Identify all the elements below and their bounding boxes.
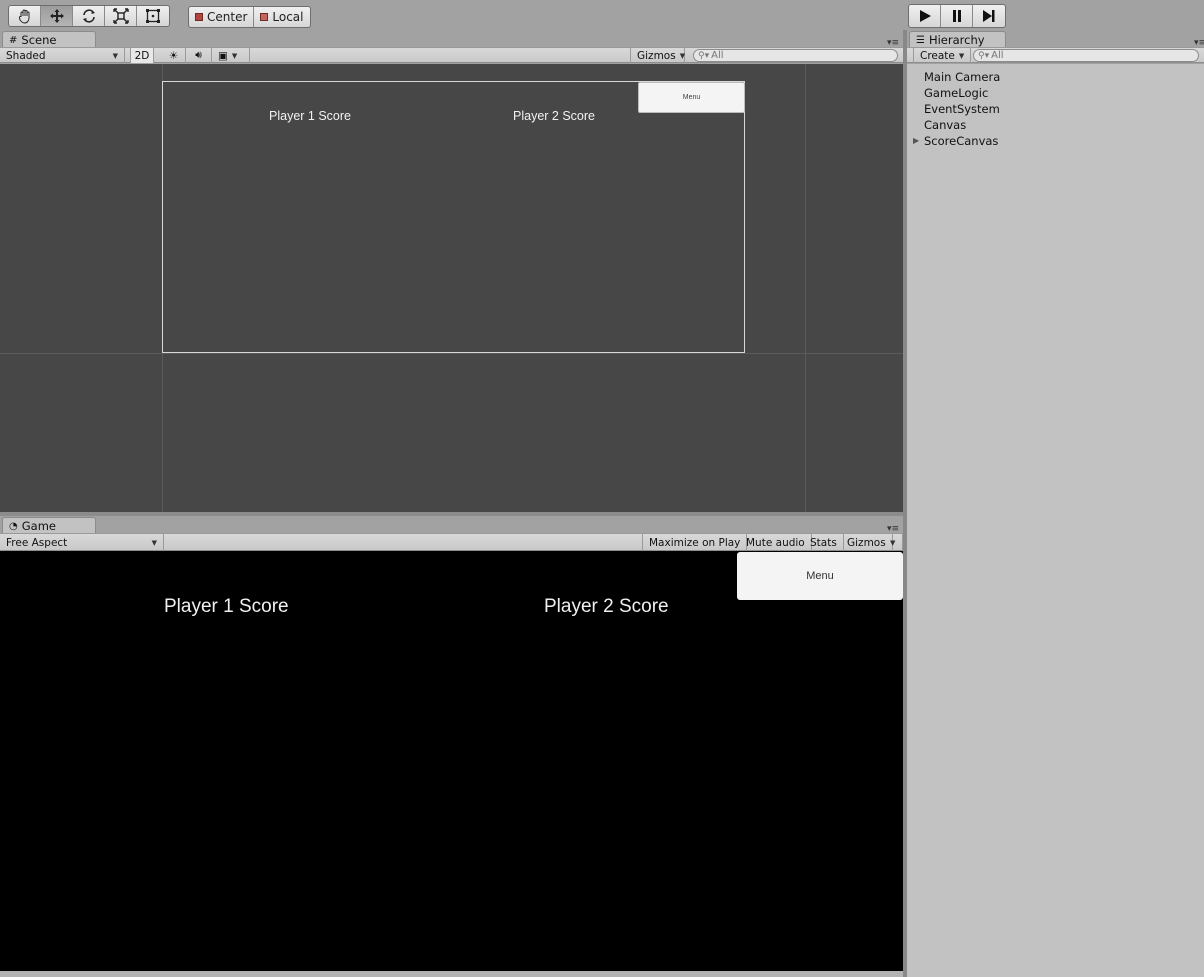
game-gizmos-dropdown[interactable]: ▼: [886, 534, 903, 551]
mute-audio-toggle[interactable]: Mute audio: [740, 534, 812, 551]
pivot-rotation-button[interactable]: Local: [254, 7, 309, 27]
move-tool-button[interactable]: [41, 6, 73, 26]
hierarchy-tab-label: Hierarchy: [928, 33, 985, 47]
scene-gizmos-label: Gizmos: [637, 49, 676, 62]
scene-player1-score[interactable]: Player 1 Score: [269, 109, 351, 123]
mute-audio-label: Mute audio: [746, 536, 805, 549]
aspect-label: Free Aspect: [6, 536, 68, 549]
unity-editor: Center Local # Scene ▾≡ Shaded ▼ 2D ☀ 🔊︎…: [0, 0, 1204, 977]
playmode-controls: [908, 4, 1006, 28]
scene-tab-label: Scene: [21, 33, 57, 47]
rect-transform-icon: [146, 9, 160, 23]
status-bar: [0, 971, 905, 977]
step-button[interactable]: [973, 5, 1005, 27]
canvas-bounds[interactable]: Player 1 Score Player 2 Score Menu: [162, 81, 745, 353]
hierarchy-search-placeholder: All: [991, 50, 1004, 61]
game-menu-label: Menu: [806, 570, 834, 582]
grid-line: [805, 64, 806, 512]
scene-viewport[interactable]: Player 1 Score Player 2 Score Menu: [0, 64, 903, 512]
hierarchy-item-canvas[interactable]: Canvas: [924, 118, 966, 132]
shading-mode-label: Shaded: [6, 49, 46, 62]
pacman-icon: ◔: [9, 520, 18, 532]
game-toolbar: Free Aspect ▼ Maximize on Play Mute audi…: [0, 533, 905, 551]
lighting-toggle[interactable]: ☀: [162, 48, 186, 63]
stats-label: Stats: [810, 536, 837, 549]
create-label: Create: [920, 49, 955, 62]
rotate-tool-button[interactable]: [73, 6, 105, 26]
scale-tool-button[interactable]: [105, 6, 137, 26]
pivot-center-icon: [195, 13, 203, 21]
step-icon: [983, 10, 995, 22]
scale-icon: [112, 8, 129, 24]
chevron-down-icon: ▼: [958, 51, 965, 60]
maximize-on-play-toggle[interactable]: Maximize on Play: [642, 534, 748, 551]
hierarchy-item-scorecanvas[interactable]: ScoreCanvas: [924, 134, 998, 148]
pause-button[interactable]: [941, 5, 973, 27]
hierarchy-item-eventsystem[interactable]: EventSystem: [924, 102, 1000, 116]
effects-dropdown[interactable]: ▣ ▼: [212, 48, 250, 63]
main-toolbar: Center Local: [0, 0, 1204, 31]
2d-toggle[interactable]: 2D: [130, 48, 154, 63]
chevron-down-icon: ▼: [151, 538, 157, 547]
pivot-toggles: Center Local: [188, 6, 311, 28]
rect-tool-button[interactable]: [137, 6, 169, 26]
chevron-down-icon: ▼: [890, 538, 896, 547]
tab-hierarchy[interactable]: ☰ Hierarchy: [909, 31, 1006, 48]
pivot-rotation-label: Local: [272, 10, 304, 24]
game-gizmos-label: Gizmos: [847, 536, 886, 549]
hierarchy-tree: Main Camera GameLogic EventSystem Canvas…: [907, 64, 1204, 977]
transform-tools: [8, 5, 170, 27]
play-button[interactable]: [909, 5, 941, 27]
list-icon: ☰: [916, 34, 925, 46]
search-icon: ⚲▾: [978, 50, 990, 61]
pause-icon: [952, 10, 961, 22]
move-arrows-icon: [49, 9, 64, 23]
game-viewport[interactable]: Player 1 Score Player 2 Score Menu: [0, 551, 903, 971]
foldout-arrow-icon[interactable]: ▶: [913, 136, 919, 145]
rotate-icon: [82, 9, 95, 23]
grid-line: [0, 353, 903, 354]
audio-toggle[interactable]: 🔊︎: [186, 48, 212, 63]
scene-menu-label: Menu: [682, 94, 701, 101]
maximize-on-play-label: Maximize on Play: [649, 536, 741, 549]
shading-mode-dropdown[interactable]: Shaded ▼: [0, 48, 125, 63]
grid-icon: #: [9, 34, 18, 46]
sun-icon: ☀: [168, 49, 179, 62]
panel-splitter[interactable]: [0, 512, 905, 516]
hierarchy-item-gamelogic[interactable]: GameLogic: [924, 86, 988, 100]
hierarchy-item-main-camera[interactable]: Main Camera: [924, 70, 1000, 84]
speaker-icon: 🔊︎: [195, 49, 202, 61]
chevron-down-icon: ▼: [112, 51, 118, 60]
scene-search-placeholder: All: [711, 50, 724, 61]
scene-gizmos-dropdown[interactable]: Gizmos ▼: [630, 48, 685, 63]
scene-menu-button[interactable]: Menu: [638, 82, 745, 113]
local-cube-icon: [260, 13, 269, 21]
chevron-down-icon: ▼: [231, 51, 238, 60]
2d-toggle-label: 2D: [134, 49, 150, 62]
hierarchy-search-input[interactable]: ⚲▾ All: [973, 49, 1199, 62]
create-dropdown[interactable]: Create ▼: [913, 48, 971, 63]
game-gizmos-toggle[interactable]: Gizmos: [841, 534, 893, 551]
game-player1-score: Player 1 Score: [164, 596, 289, 617]
image-icon: ▣: [218, 49, 228, 62]
hand-icon: [18, 9, 29, 24]
pivot-mode-button[interactable]: Center: [189, 7, 255, 27]
scene-toolbar: Shaded ▼ 2D ☀ 🔊︎ ▣ ▼ Gizmos ▼ ⚲▾ All: [0, 47, 905, 63]
game-menu-button[interactable]: Menu: [737, 552, 903, 600]
game-tab-label: Game: [21, 519, 56, 533]
chevron-down-icon: ▼: [679, 51, 686, 60]
play-icon: [919, 10, 931, 22]
tab-scene[interactable]: # Scene: [2, 31, 96, 48]
aspect-dropdown[interactable]: Free Aspect ▼: [0, 534, 164, 551]
tab-game[interactable]: ◔ Game: [2, 517, 96, 534]
hand-tool-button[interactable]: [9, 6, 41, 26]
scene-player2-score[interactable]: Player 2 Score: [513, 109, 595, 123]
hierarchy-toolbar: Create ▼ ⚲▾ All: [907, 47, 1204, 63]
game-player2-score: Player 2 Score: [544, 596, 669, 617]
stats-toggle[interactable]: Stats: [804, 534, 844, 551]
search-icon: ⚲▾: [698, 50, 710, 61]
scene-search-input[interactable]: ⚲▾ All: [693, 49, 898, 62]
pivot-mode-label: Center: [207, 10, 248, 24]
